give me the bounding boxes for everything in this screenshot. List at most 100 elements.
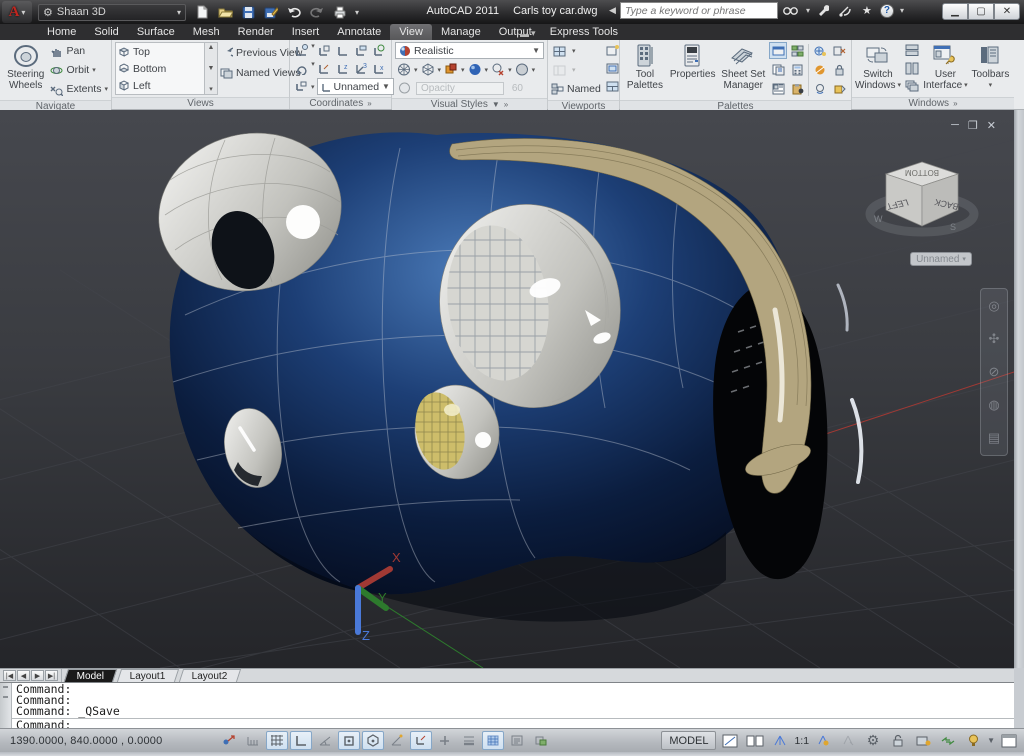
cascade-icon[interactable] — [903, 78, 921, 95]
tab-layout1[interactable]: Layout1 — [117, 669, 179, 682]
view-top-item[interactable]: Top — [116, 43, 204, 60]
command-history[interactable]: Command: Command: Command: _QSave — [12, 683, 1014, 719]
otrack-toggle[interactable] — [386, 731, 408, 750]
plot-button[interactable] — [330, 3, 350, 21]
transparency-toggle[interactable] — [482, 731, 504, 750]
extents-button[interactable]: Extents ▾ — [50, 80, 108, 98]
infocenter-collapse-icon[interactable]: ◀ — [609, 5, 616, 16]
ucs-z-icon[interactable]: z — [334, 60, 351, 77]
panel-expand-icon[interactable]: » — [953, 99, 957, 108]
facet-style-icon[interactable] — [419, 61, 437, 78]
viewcube-ucs-menu[interactable]: Unnamed ▾ — [910, 252, 972, 266]
ucs-x-icon[interactable]: x — [371, 60, 388, 77]
workspace-switcher[interactable]: ⚙ Shaan 3D ▾ — [38, 4, 186, 21]
ucs-previous-icon[interactable] — [316, 42, 333, 59]
palettes-group-icon[interactable] — [788, 42, 806, 59]
quick-properties-toggle[interactable] — [506, 731, 528, 750]
undo-button[interactable] — [284, 3, 304, 21]
ucs-named-icon[interactable] — [293, 60, 310, 77]
annotation-visibility-button[interactable] — [812, 731, 834, 750]
navbar-fullnav-wheel-icon[interactable]: ◎ — [988, 298, 999, 314]
render-palette-icon[interactable] — [811, 61, 829, 78]
dbconnect-icon[interactable] — [811, 42, 829, 59]
favorites-star-icon[interactable]: ★ — [858, 3, 876, 19]
tab-view[interactable]: View — [390, 24, 432, 40]
ucs-object-icon[interactable] — [316, 60, 333, 77]
isolate-objects-button[interactable] — [937, 731, 959, 750]
opacity-slider[interactable]: Opacity — [416, 82, 504, 95]
tab-express-tools[interactable]: Express Tools — [541, 24, 627, 40]
xray-style-icon[interactable] — [489, 61, 507, 78]
view-list-scrollbar[interactable]: ▲▼▾ — [205, 42, 218, 95]
user-interface-button[interactable]: User Interface▾ — [923, 42, 968, 95]
sheets-icon[interactable] — [769, 61, 787, 78]
ribbon-state-button[interactable]: ▬▾ — [520, 28, 536, 39]
monochrome-style-icon[interactable] — [513, 61, 531, 78]
quick-view-drawings-button[interactable] — [744, 731, 766, 750]
ortho-toggle[interactable] — [290, 731, 312, 750]
communication-center-icon[interactable] — [836, 3, 854, 19]
viewcube-top-face-label[interactable]: BOTTOM — [905, 168, 939, 177]
coordinates-readout[interactable]: 1390.0000, 840.0000 , 0.0000 — [4, 735, 216, 747]
model-viewport[interactable]: X Y Z ─ ❐ ✕ W S — [0, 110, 1014, 668]
grid-toggle[interactable] — [266, 731, 288, 750]
properties-button[interactable]: Properties — [668, 42, 718, 98]
lock-palette-icon[interactable] — [830, 61, 848, 78]
3d-osnap-toggle[interactable] — [362, 731, 384, 750]
first-tab-button[interactable]: |◀ — [3, 670, 16, 681]
clean-screen-button[interactable] — [998, 731, 1020, 750]
ucs-origin-icon[interactable] — [334, 42, 351, 59]
dynamic-input-toggle[interactable] — [434, 731, 456, 750]
save-as-button[interactable] — [261, 3, 281, 21]
viewcube[interactable]: W S BOTTOM LEFT BACK — [862, 152, 982, 255]
tab-surface[interactable]: Surface — [128, 24, 184, 40]
maximize-button[interactable]: ▢ — [968, 3, 994, 20]
face-style-icon[interactable] — [395, 61, 413, 78]
workspace-switching-button[interactable]: ⚙ — [862, 731, 884, 750]
application-menu-button[interactable]: A ▾ — [2, 1, 32, 23]
clipboard-icon[interactable] — [788, 80, 806, 97]
tab-annotate[interactable]: Annotate — [328, 24, 390, 40]
lightbulb-icon[interactable] — [962, 731, 984, 750]
polar-toggle[interactable] — [314, 731, 336, 750]
subscription-wrench-icon[interactable] — [814, 3, 832, 19]
named-viewports-button[interactable]: Named — [551, 80, 601, 98]
new-drawing-button[interactable] — [192, 3, 212, 21]
color-style-icon[interactable] — [442, 61, 460, 78]
last-tab-button[interactable]: ▶| — [45, 670, 58, 681]
chevron-down-icon[interactable]: ▼ — [492, 100, 500, 109]
viewport-restore-icon[interactable] — [551, 62, 569, 79]
view-bottom-item[interactable]: Bottom — [116, 60, 204, 77]
lights-palette-icon[interactable] — [811, 80, 829, 97]
redo-button[interactable] — [307, 3, 327, 21]
quick-view-layouts-button[interactable] — [719, 731, 741, 750]
compass-south-label[interactable]: S — [950, 222, 956, 232]
panel-expand-icon[interactable]: » — [504, 100, 508, 109]
navbar-pan-icon[interactable]: ✣ — [989, 331, 1000, 347]
ucs-face-icon[interactable] — [352, 42, 369, 59]
infer-constraints-toggle[interactable] — [218, 731, 240, 750]
navigation-bar[interactable]: ◎ ✣ ⊘ ◍ ▤ — [980, 288, 1008, 456]
snap-toggle[interactable] — [242, 731, 264, 750]
shaded-style-icon[interactable] — [466, 61, 484, 78]
open-drawing-button[interactable] — [215, 3, 235, 21]
navbar-zoom-icon[interactable]: ⊘ — [989, 364, 1000, 380]
model-space-button[interactable]: MODEL — [661, 731, 716, 750]
steering-wheels-button[interactable]: Steering Wheels — [3, 42, 48, 98]
viewport-config-icon[interactable] — [551, 43, 569, 60]
opacity-icon[interactable] — [395, 80, 413, 97]
ucs-3point-icon[interactable]: 3 — [352, 60, 369, 77]
tab-layout2[interactable]: Layout2 — [179, 669, 241, 682]
annotation-scale-value[interactable]: 1:1 — [794, 735, 809, 747]
osnap-toggle[interactable] — [338, 731, 360, 750]
tab-home[interactable]: Home — [38, 24, 85, 40]
ucs-view-icon[interactable] — [371, 42, 388, 59]
search-binoculars-icon[interactable] — [782, 3, 800, 19]
help-icon[interactable]: ? — [880, 4, 894, 18]
toolbar-lock-button[interactable] — [887, 731, 909, 750]
close-button[interactable]: ✕ — [994, 3, 1020, 20]
ucs-world-icon[interactable] — [293, 42, 310, 59]
next-tab-button[interactable]: ▶ — [31, 670, 44, 681]
tab-manage[interactable]: Manage — [432, 24, 490, 40]
search-options-chevron-icon[interactable]: ▾ — [806, 6, 810, 15]
